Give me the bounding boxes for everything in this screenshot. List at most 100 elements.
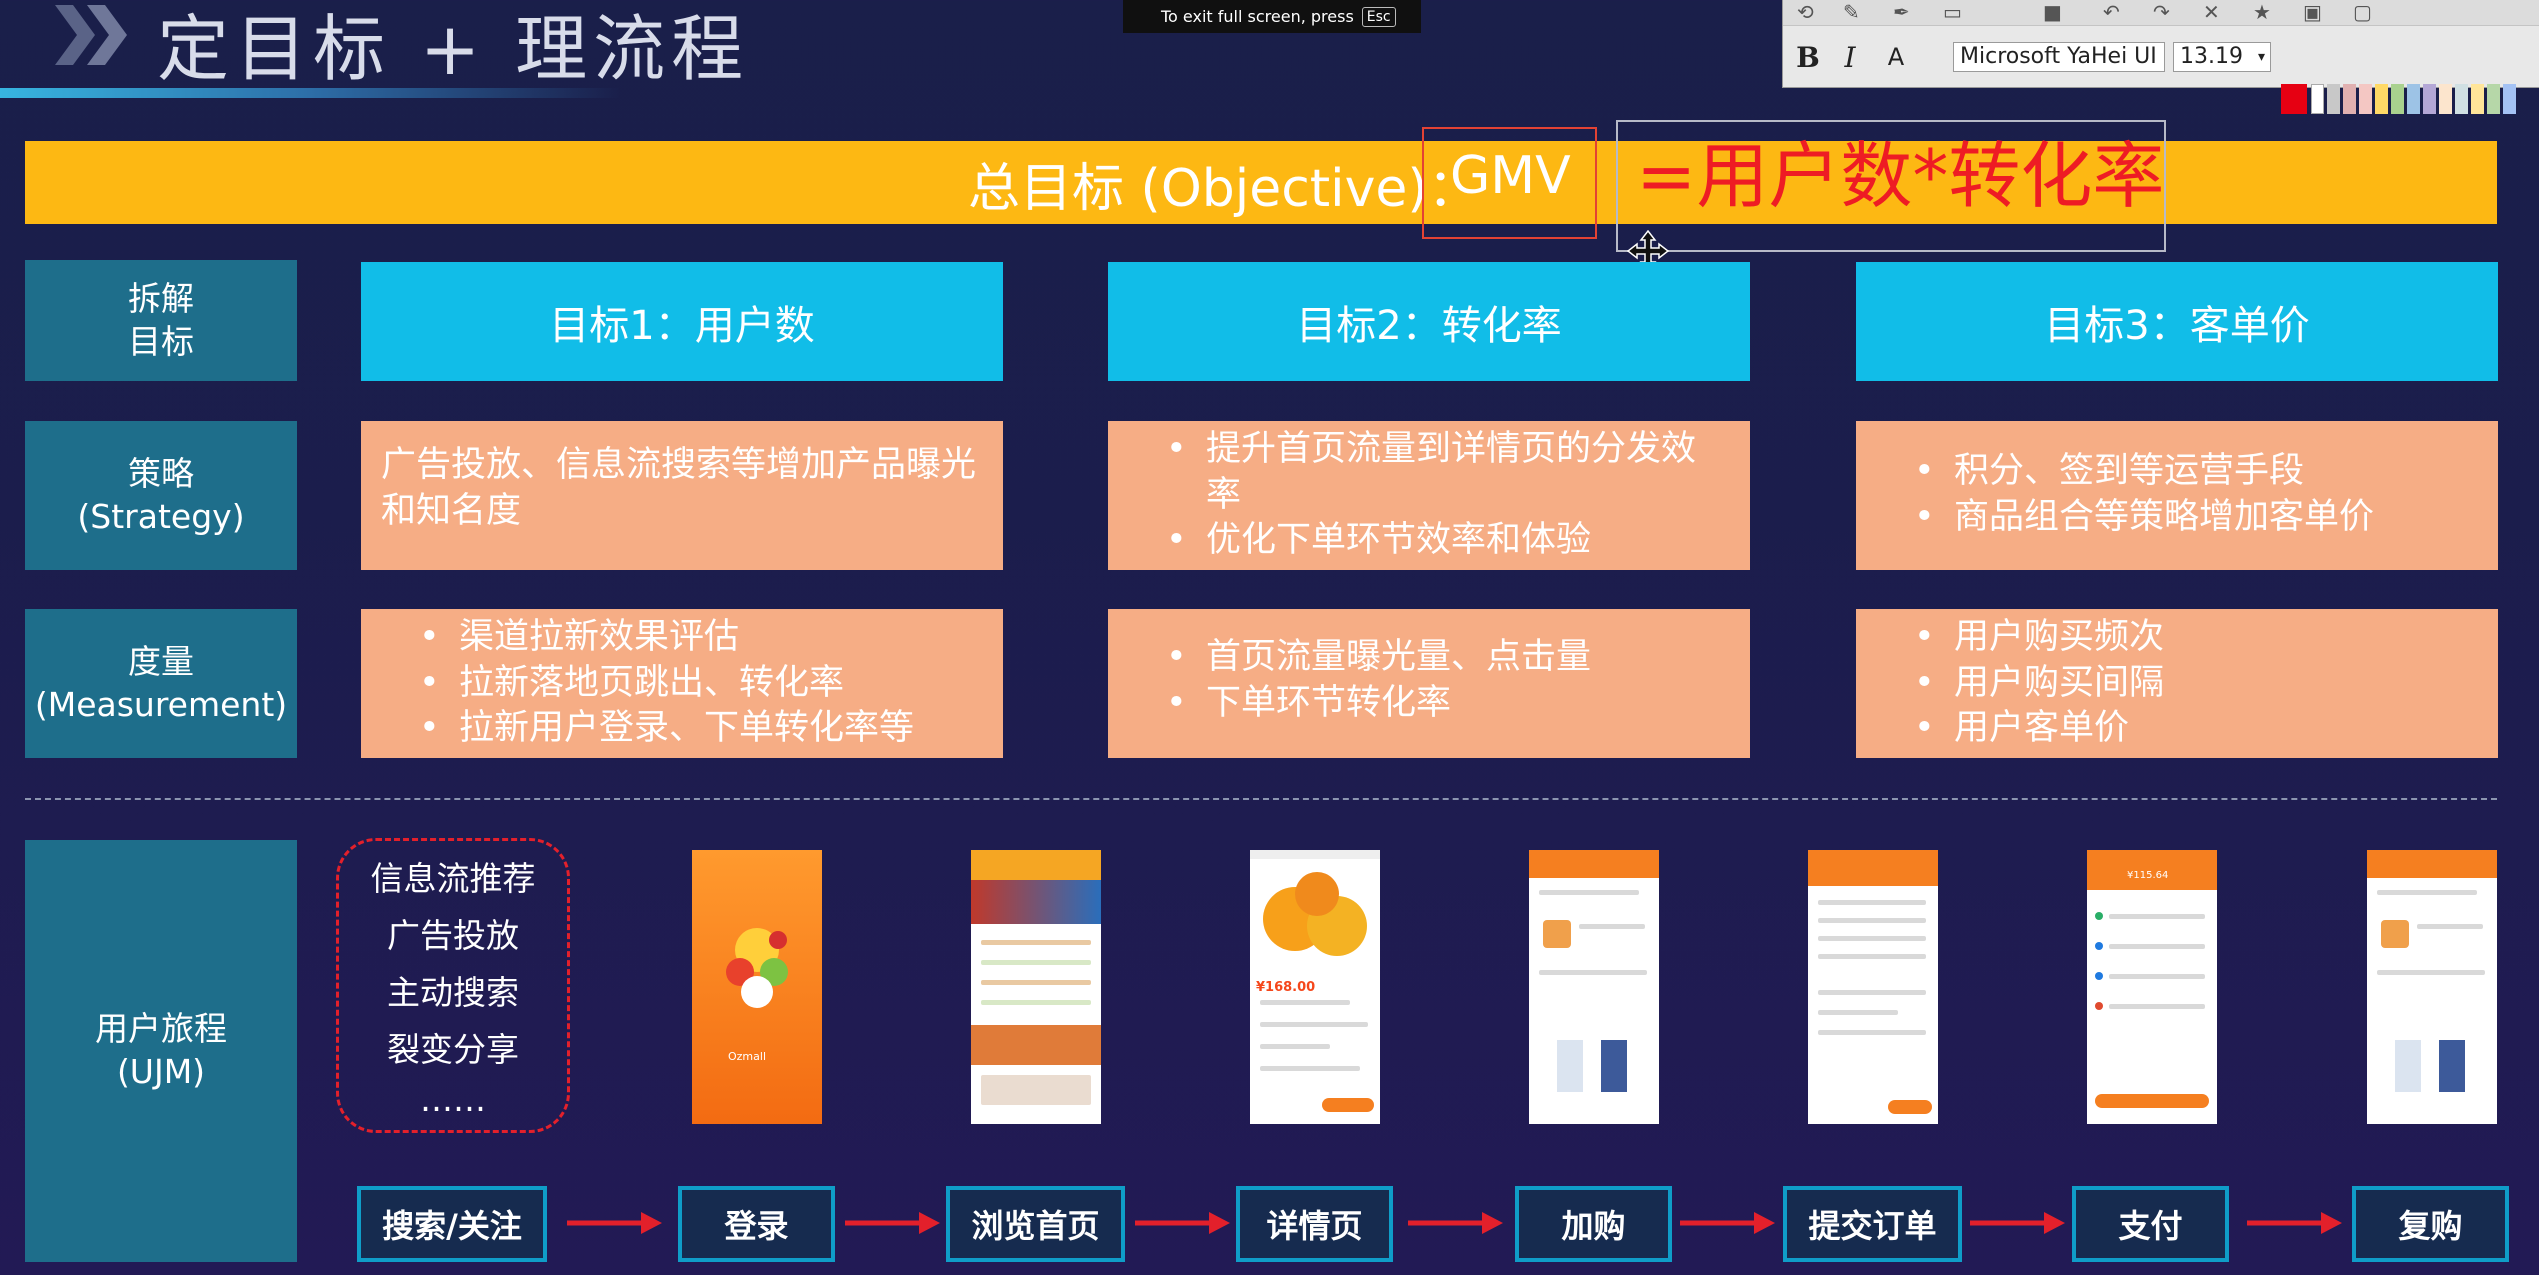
close-icon[interactable]: ✕ xyxy=(2203,0,2220,24)
chevron-decoration-icon xyxy=(55,5,127,65)
cart-header xyxy=(1529,850,1659,878)
color-swatch[interactable] xyxy=(2343,84,2356,114)
step-detail-page: 详情页 xyxy=(1236,1186,1393,1262)
color-swatch[interactable] xyxy=(2503,84,2516,114)
objective-label: 总目标 (Objective)： xyxy=(968,159,1480,219)
bold-button[interactable]: B xyxy=(1791,40,1825,74)
channel-item: 广告投放 xyxy=(387,915,519,955)
order-row xyxy=(1818,936,1926,941)
color-swatch[interactable] xyxy=(2423,84,2436,114)
detail-row xyxy=(1260,1022,1368,1027)
objective-formula[interactable]: =用户数*转化率 xyxy=(1636,140,2164,212)
strategy-item: 商品组合等策略增加客单价 xyxy=(1914,495,2478,541)
marker-icon[interactable]: ✒ xyxy=(1893,0,1910,24)
cart-row xyxy=(1539,890,1639,895)
measurement-item: 拉新落地页跳出、转化率 xyxy=(419,661,983,707)
color-swatch[interactable] xyxy=(2439,84,2452,114)
payment-row xyxy=(2109,1004,2205,1009)
color-swatch[interactable] xyxy=(2471,84,2484,114)
pin-icon[interactable]: ★ xyxy=(2253,0,2271,24)
home-promo xyxy=(971,1025,1101,1065)
measurement-item: 用户客单价 xyxy=(1914,706,2478,752)
home-row xyxy=(981,960,1091,965)
detail-row xyxy=(1260,1044,1330,1049)
row-label-line: 度量 xyxy=(128,641,194,681)
measurement-item: 用户购买间隔 xyxy=(1914,661,2478,707)
italic-button[interactable]: I xyxy=(1833,40,1867,74)
buy-button xyxy=(1322,1098,1374,1112)
pen-icon[interactable]: ✎ xyxy=(1843,0,1860,24)
color-swatch[interactable] xyxy=(2455,84,2468,114)
order-header xyxy=(1808,850,1938,886)
repurchase-header xyxy=(2367,850,2497,878)
measurement-list: 渠道拉新效果评估 拉新落地页跳出、转化率 拉新用户登录、下单转化率等 xyxy=(381,615,983,752)
pay-option-dot xyxy=(2095,1002,2103,1010)
phone-splash-screen: Ozmall xyxy=(692,850,822,1124)
repurchase-row xyxy=(2377,970,2485,975)
repurchase-product-image xyxy=(2395,1040,2421,1092)
font-name-select[interactable]: Microsoft YaHei UI xyxy=(1953,42,2165,72)
color-swatch[interactable] xyxy=(2311,84,2324,114)
title-underline xyxy=(0,88,620,98)
goal-1-header: 目标1：用户数 xyxy=(361,262,1003,381)
fullscreen-exit-hint: To exit full screen, press Esc xyxy=(1123,0,1421,33)
highlight-button[interactable]: A xyxy=(1879,40,1913,74)
detail-price: ¥168.00 xyxy=(1256,980,1316,995)
step-submit-order: 提交订单 xyxy=(1783,1186,1962,1262)
color-swatch[interactable] xyxy=(2375,84,2388,114)
toolbar-top-row: ⟲ ✎ ✒ ▭ ■ ↶ ↷ ✕ ★ ▣ ▢ xyxy=(1783,0,2539,26)
esc-key-label: Esc xyxy=(1361,6,1396,27)
strategy-list: 积分、签到等运营手段 商品组合等策略增加客单价 xyxy=(1876,449,2478,540)
save-icon[interactable]: ▣ xyxy=(2303,0,2322,24)
step-browse-home: 浏览首页 xyxy=(946,1186,1125,1262)
row-label-measurement: 度量 (Measurement) xyxy=(25,609,297,758)
goal-3-strategy-card: 积分、签到等运营手段 商品组合等策略增加客单价 xyxy=(1856,421,2498,570)
measurement-item: 渠道拉新效果评估 xyxy=(419,615,983,661)
color-swatch[interactable] xyxy=(2407,84,2420,114)
flow-arrow-icon xyxy=(845,1212,940,1234)
color-swatch[interactable] xyxy=(2487,84,2500,114)
phone-repurchase-screen xyxy=(2367,850,2497,1124)
mini-format-toolbar: ⟲ ✎ ✒ ▭ ■ ↶ ↷ ✕ ★ ▣ ▢ B I A Microsoft Ya… xyxy=(1782,0,2539,114)
color-swatch[interactable] xyxy=(2327,84,2340,114)
color-swatch[interactable] xyxy=(2281,84,2307,114)
color-swatch[interactable] xyxy=(2359,84,2372,114)
font-size-select[interactable]: 13.19 ▾ xyxy=(2173,42,2271,72)
detail-row xyxy=(1260,1000,1350,1005)
order-row xyxy=(1818,990,1926,995)
pay-option-dot xyxy=(2095,972,2103,980)
step-repurchase: 复购 xyxy=(2352,1186,2509,1262)
submit-order-button xyxy=(1888,1100,1932,1114)
shape-icon[interactable]: ■ xyxy=(2043,0,2062,24)
splash-logo: Ozmall xyxy=(728,1050,767,1063)
color-swatch[interactable] xyxy=(2391,84,2404,114)
flow-arrow-icon xyxy=(567,1212,662,1234)
payment-row xyxy=(2109,944,2205,949)
detail-row xyxy=(1260,1066,1360,1071)
channel-item: 裂变分享 xyxy=(387,1030,519,1070)
row-label-line: (Strategy) xyxy=(77,496,245,536)
phone-home-screen xyxy=(971,850,1101,1124)
lasso-icon[interactable]: ⟲ xyxy=(1797,0,1814,24)
undo-icon[interactable]: ↶ xyxy=(2103,0,2120,24)
section-divider xyxy=(25,798,2497,800)
step-add-to-cart: 加购 xyxy=(1515,1186,1672,1262)
payment-row xyxy=(2109,974,2205,979)
strategy-item: 积分、签到等运营手段 xyxy=(1914,449,2478,495)
fruit-cluster-icon xyxy=(726,928,788,1008)
order-row xyxy=(1818,1010,1898,1015)
flow-arrow-icon xyxy=(1680,1212,1775,1234)
row-label-line: (Measurement) xyxy=(34,684,288,724)
step-payment: 支付 xyxy=(2072,1186,2229,1262)
slide-title: 定目标 + 理流程 xyxy=(157,7,750,91)
cart-product-image xyxy=(1601,1040,1627,1092)
goal-2-header: 目标2：转化率 xyxy=(1108,262,1750,381)
status-bar xyxy=(1250,850,1380,859)
redo-icon[interactable]: ↷ xyxy=(2153,0,2170,24)
eraser-icon[interactable]: ▭ xyxy=(1943,0,1962,24)
repurchase-row xyxy=(2377,890,2477,895)
flow-arrow-icon xyxy=(1970,1212,2065,1234)
expand-icon[interactable]: ▢ xyxy=(2353,0,2372,24)
measurement-list: 首页流量曝光量、点击量 下单环节转化率 xyxy=(1128,635,1730,726)
order-row xyxy=(1818,900,1926,905)
